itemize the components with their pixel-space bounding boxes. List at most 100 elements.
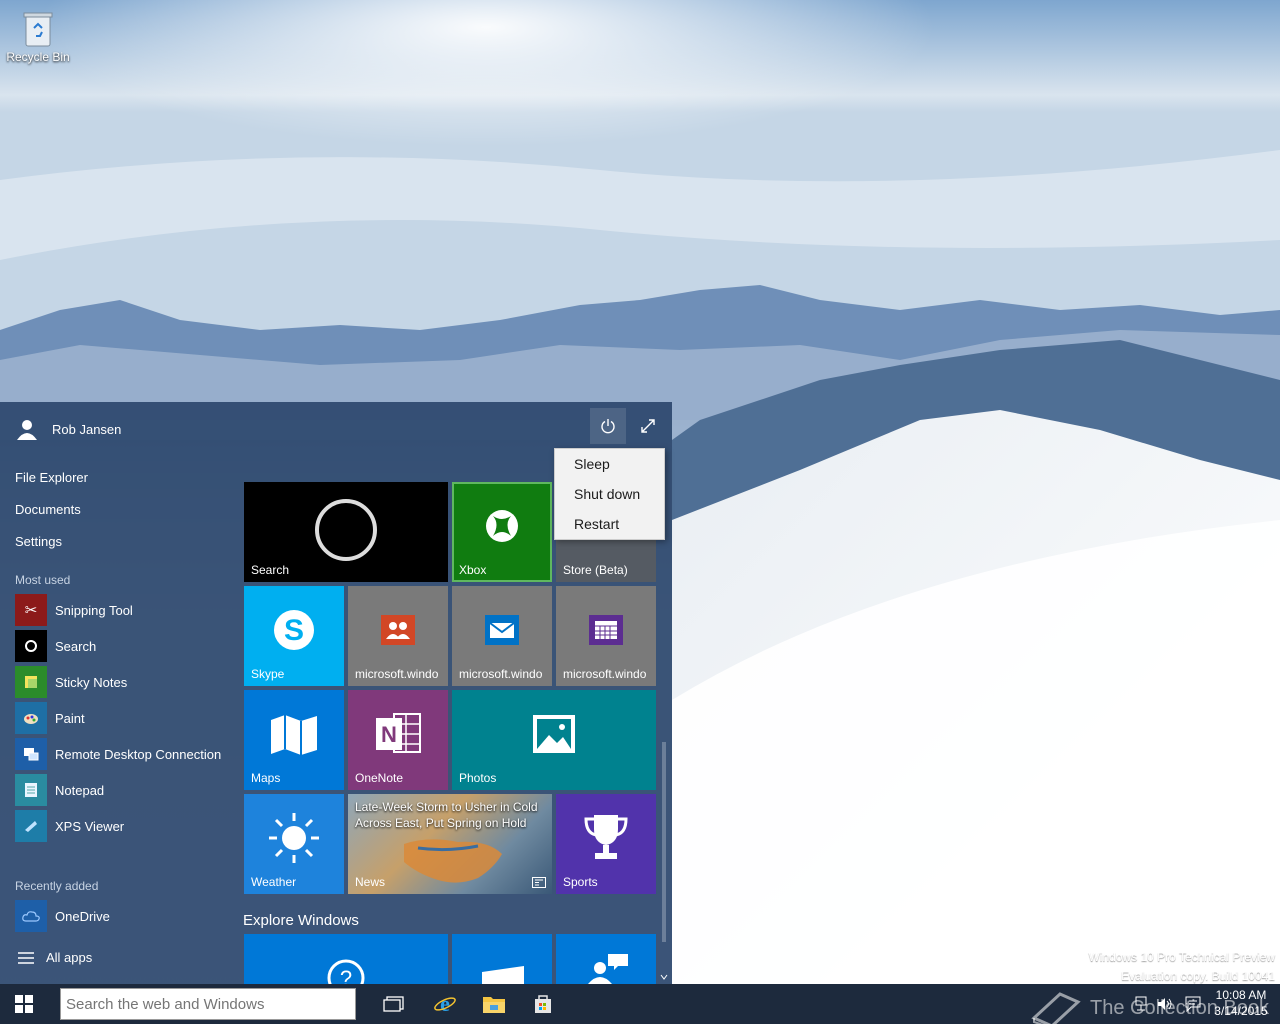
cloud-icon [15, 900, 47, 932]
power-icon [601, 419, 615, 434]
user-avatar-icon [17, 420, 37, 440]
recycle-bin-icon[interactable]: Recycle Bin [4, 8, 72, 64]
tile-label: Maps [251, 771, 281, 785]
trophy-icon [584, 815, 628, 859]
tile-skype[interactable]: S Skype [244, 586, 344, 686]
svg-text:N: N [381, 722, 397, 747]
recycle-bin-label: Recycle Bin [6, 50, 70, 64]
xps-viewer-icon [15, 810, 47, 842]
task-view-button[interactable] [370, 984, 418, 1024]
all-apps-button[interactable]: All apps [18, 950, 92, 965]
tile-label: Xbox [459, 563, 487, 577]
scrollbar-thumb[interactable] [662, 742, 666, 942]
app-label: XPS Viewer [55, 818, 125, 834]
list-icon [18, 951, 34, 964]
nav-settings[interactable]: Settings [15, 534, 62, 549]
collection-book-text: The Collection Book [1090, 996, 1269, 1019]
nav-file-explorer[interactable]: File Explorer [15, 470, 88, 485]
tile-people[interactable]: microsoft.windo [348, 586, 448, 686]
most-used-item[interactable]: Paint [15, 702, 85, 734]
tile-contact-support[interactable] [556, 934, 656, 984]
explore-windows-header: Explore Windows [243, 912, 359, 929]
most-used-item[interactable]: ✂ Snipping Tool [15, 594, 133, 626]
tile-windows-feedback[interactable] [452, 934, 552, 984]
tile-photos[interactable]: Photos [452, 690, 656, 790]
nav-documents[interactable]: Documents [15, 502, 81, 517]
expand-icon [641, 419, 655, 433]
svg-text:e: e [440, 992, 450, 1016]
tile-label: Skype [251, 667, 285, 681]
tile-xbox[interactable]: Xbox [452, 482, 552, 582]
help-icon: ? [327, 959, 365, 984]
tile-label: microsoft.windo [459, 667, 543, 681]
taskbar-search-input[interactable] [60, 988, 356, 1020]
recently-added-item[interactable]: OneDrive [15, 900, 110, 932]
photo-icon [533, 715, 575, 753]
most-used-item[interactable]: Notepad [15, 774, 104, 806]
tile-label: News [355, 875, 386, 889]
paint-palette-icon [15, 702, 47, 734]
tile-weather[interactable]: Weather [244, 794, 344, 894]
sticky-note-icon [15, 666, 47, 698]
tile-onenote[interactable]: N OneNote [348, 690, 448, 790]
tile-label: microsoft.windo [355, 667, 439, 681]
svg-text:S: S [284, 614, 304, 647]
book-icon [1031, 992, 1081, 1024]
collection-book-overlay: The Collection Book [1030, 988, 1269, 1024]
store-button[interactable] [519, 984, 567, 1024]
tile-label: microsoft.windo [563, 667, 647, 681]
app-label: Sticky Notes [55, 674, 128, 690]
app-label: Paint [55, 710, 85, 726]
most-used-header: Most used [15, 573, 71, 587]
tile-news[interactable]: Late-Week Storm to Usher in Cold Across … [348, 794, 552, 894]
cortana-ring-icon [315, 499, 377, 561]
tile-label: Search [251, 563, 290, 577]
app-label: Notepad [55, 782, 105, 798]
tile-label: Sports [563, 875, 598, 889]
expand-start-button[interactable] [630, 408, 666, 444]
tile-search[interactable]: Search [244, 482, 448, 582]
watermark-line-1: Windows 10 Pro Technical Preview [1088, 950, 1275, 964]
most-used-item[interactable]: Search [15, 630, 96, 662]
tile-get-started[interactable]: ? [244, 934, 448, 984]
scissors-icon: ✂ [15, 594, 47, 626]
store-bag-icon [535, 995, 551, 1013]
user-account[interactable]: Rob Jansen [16, 418, 121, 440]
power-menu-restart[interactable]: Restart [555, 509, 664, 539]
app-label: Search [55, 638, 97, 654]
most-used-item[interactable]: Sticky Notes [15, 666, 127, 698]
most-used-item[interactable]: XPS Viewer [15, 810, 124, 842]
tile-label: Store (Beta) [563, 563, 628, 577]
remote-desktop-icon [15, 738, 47, 770]
tile-calendar[interactable]: microsoft.windo [556, 586, 656, 686]
tile-sports[interactable]: Sports [556, 794, 656, 894]
power-menu: Sleep Shut down Restart [554, 448, 665, 540]
scroll-down-icon[interactable] [660, 974, 668, 980]
internet-explorer-button[interactable]: e [421, 984, 469, 1024]
calendar-icon [589, 615, 623, 645]
most-used-item[interactable]: Remote Desktop Connection [15, 738, 221, 770]
support-chat-icon [588, 954, 628, 984]
newspaper-icon [532, 877, 546, 888]
power-menu-sleep[interactable]: Sleep [555, 449, 664, 479]
tile-label: Photos [459, 771, 497, 785]
xbox-icon [486, 510, 518, 542]
onenote-icon: N [376, 713, 421, 753]
tile-mail[interactable]: microsoft.windo [452, 586, 552, 686]
folder-icon [483, 997, 505, 1013]
tile-maps[interactable]: Maps [244, 690, 344, 790]
start-left-pane: Rob Jansen File Explorer Documents Setti… [0, 402, 236, 984]
task-view-icon [383, 996, 404, 1012]
mail-icon [485, 615, 519, 645]
recently-added-header: Recently added [15, 879, 99, 893]
weather-map-icon [404, 839, 502, 883]
sun-icon [269, 813, 319, 863]
skype-icon: S [274, 610, 314, 650]
power-menu-shut-down[interactable]: Shut down [555, 479, 664, 509]
people-icon [381, 615, 415, 645]
start-button[interactable] [0, 984, 48, 1024]
app-label: Remote Desktop Connection [55, 746, 222, 762]
file-explorer-button[interactable] [470, 984, 518, 1024]
watermark-line-2: Evaluation copy. Build 10041 [1121, 969, 1275, 983]
power-button[interactable] [590, 408, 626, 444]
